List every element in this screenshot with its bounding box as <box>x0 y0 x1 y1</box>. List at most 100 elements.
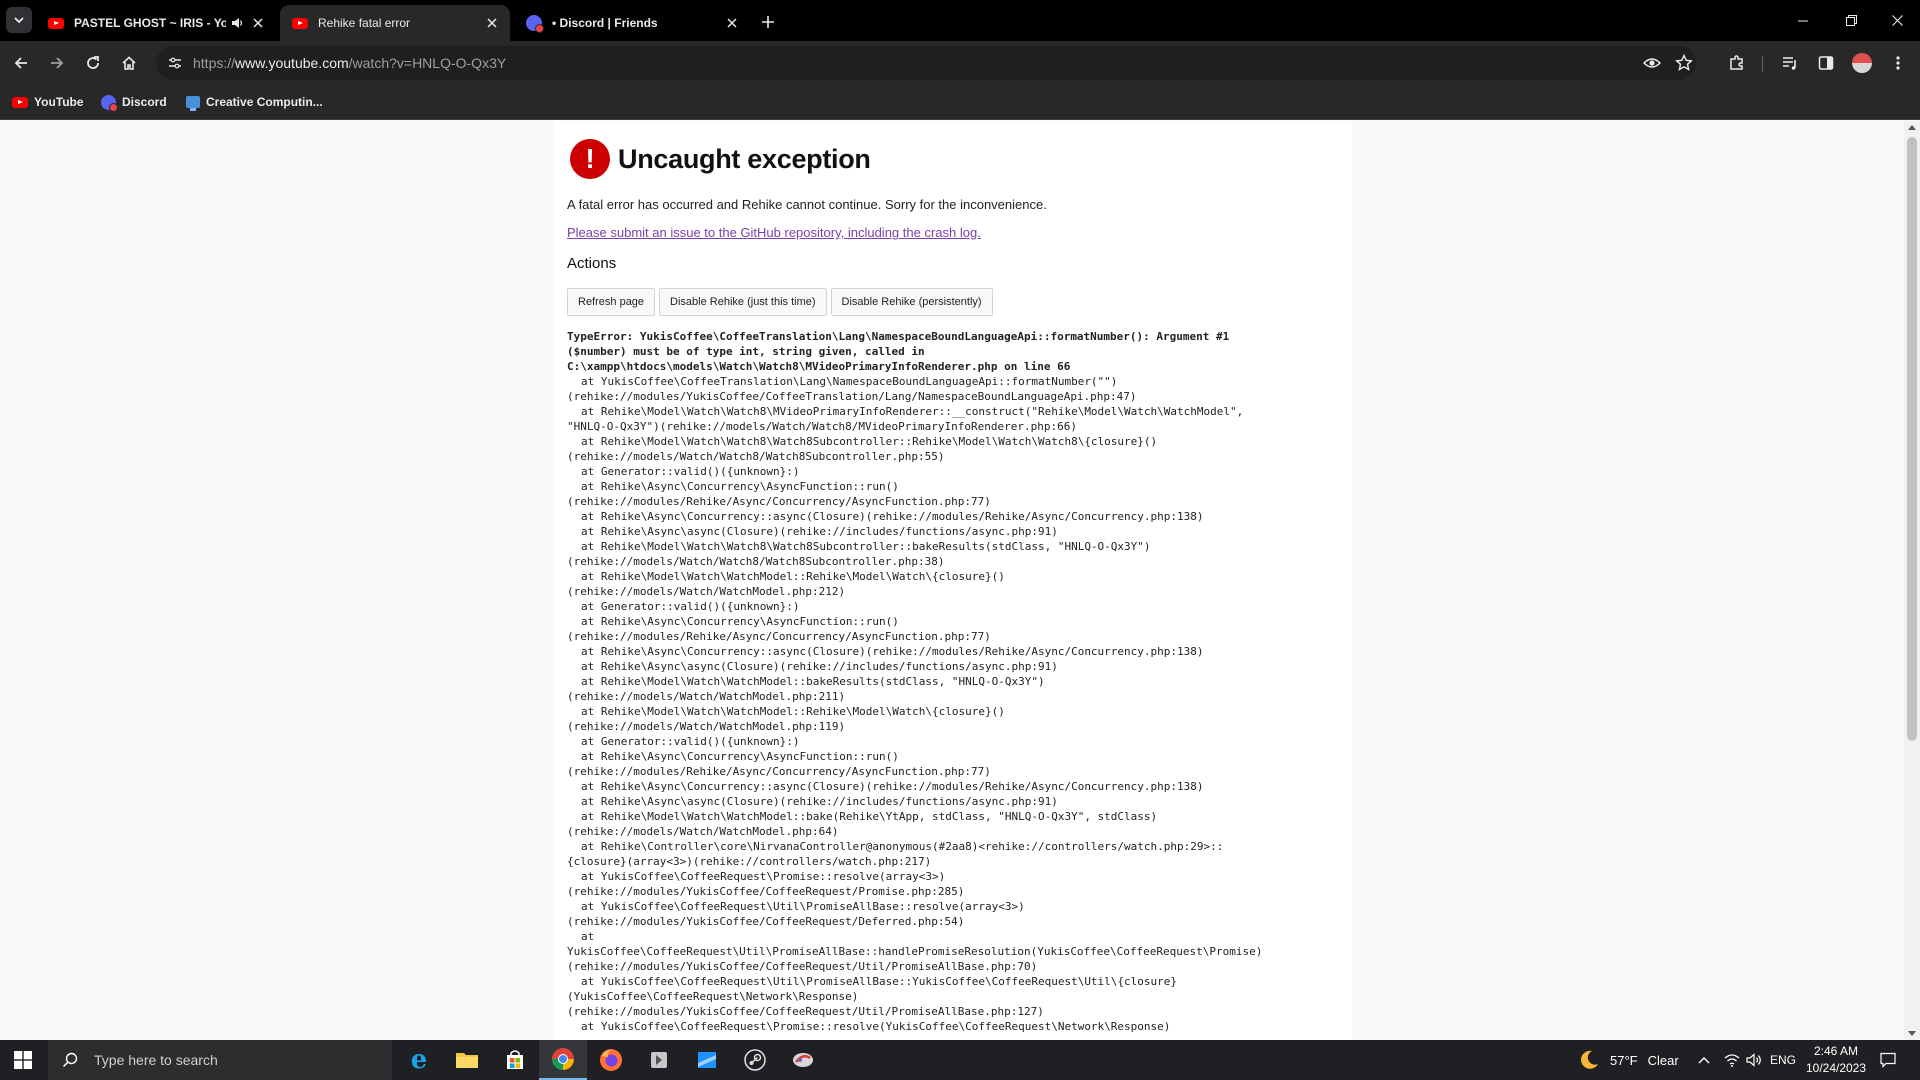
side-panel-button[interactable] <box>1811 48 1841 78</box>
taskbar-app-internet-explorer[interactable]: e <box>395 1040 443 1080</box>
refresh-page-button[interactable]: Refresh page <box>567 288 656 316</box>
side-panel-icon <box>1818 56 1834 70</box>
back-button[interactable] <box>6 48 36 78</box>
stack-trace-line: at Rehike\Model\Watch\WatchModel::bake(R… <box>581 810 1158 823</box>
profile-avatar[interactable] <box>1847 48 1877 78</box>
stack-trace-line: at Rehike\Async\Concurrency::async(Closu… <box>581 645 1204 658</box>
tab-search-button[interactable] <box>6 7 32 33</box>
forward-button[interactable] <box>42 48 72 78</box>
arrow-right-icon <box>51 57 64 69</box>
taskbar-app-file-explorer[interactable] <box>443 1040 491 1080</box>
volume-tray[interactable] <box>1746 1040 1762 1080</box>
site-info-button[interactable] <box>164 52 186 74</box>
taskbar-app-generic[interactable] <box>779 1040 827 1080</box>
stack-trace-line: at Rehike\Model\Watch\Watch8\MVideoPrima… <box>581 405 1244 418</box>
input-language[interactable]: ENG <box>1770 1040 1796 1080</box>
stack-trace-line: (rehike://modules/YukisCoffee/CoffeeRequ… <box>567 915 965 928</box>
clock-date: 10/24/2023 <box>1805 1061 1867 1075</box>
stack-trace-line: (rehike://models/Watch/WatchModel.php:11… <box>567 720 846 733</box>
tab-rehike-error[interactable]: Rehike fatal error <box>280 5 510 41</box>
stack-trace-line: at Rehike\Async\Concurrency\AsyncFunctio… <box>581 480 899 493</box>
stack-trace-line: (rehike://modules/YukisCoffee/CoffeeRequ… <box>567 960 1038 973</box>
stack-trace-line: at Rehike\Async\async(Closure)(rehike://… <box>581 525 1058 538</box>
bookmark-label: Creative Computin... <box>206 95 323 109</box>
weather-widget[interactable]: 57°F Clear <box>1578 1040 1679 1080</box>
media-controls-button[interactable] <box>1775 48 1805 78</box>
stack-trace-line: (rehike://models/Watch/WatchModel.php:21… <box>567 585 846 598</box>
chrome-icon <box>552 1048 574 1070</box>
close-tab-icon[interactable] <box>484 15 500 31</box>
taskbar-app-chrome[interactable] <box>539 1040 587 1080</box>
taskbar-app-generic[interactable] <box>635 1040 683 1080</box>
tab-discord[interactable]: • Discord | Friends <box>514 5 750 41</box>
bookmark-star-icon[interactable] <box>1674 53 1694 73</box>
youtube-icon <box>292 17 308 29</box>
disable-rehike-persistent-button[interactable]: Disable Rehike (persistently) <box>830 288 993 316</box>
stack-trace-line: at Rehike\Model\Watch\Watch8\Watch8Subco… <box>581 435 1158 448</box>
chevron-down-icon <box>14 17 24 24</box>
notifications-button[interactable] <box>1880 1040 1896 1080</box>
close-tab-icon[interactable] <box>724 15 740 31</box>
menu-button[interactable] <box>1883 48 1913 78</box>
speaker-icon[interactable] <box>230 16 244 30</box>
new-tab-button[interactable] <box>756 10 780 34</box>
discord-icon <box>526 15 544 33</box>
stack-trace-line: (rehike://modules/Rehike/Async/Concurren… <box>567 765 991 778</box>
stack-trace-line: at Generator::valid()({unknown}:) <box>581 600 800 613</box>
scroll-up-arrow-icon[interactable] <box>1908 125 1916 130</box>
tab-youtube-music[interactable]: PASTEL GHOST ~ IRIS - YouTube <box>36 5 276 41</box>
taskbar-app-steam[interactable] <box>731 1040 779 1080</box>
stack-trace-line: at Rehike\Model\Watch\WatchModel::Rehike… <box>581 705 1005 718</box>
toolbar-divider <box>1762 56 1763 72</box>
stack-trace-line: at Generator::valid()({unknown}:) <box>581 465 800 478</box>
close-window-button[interactable] <box>1874 0 1920 41</box>
minimize-button[interactable] <box>1780 0 1826 41</box>
stack-trace-line: "HNLQ-O-Qx3Y")(rehike://models/Watch/Wat… <box>567 420 1077 433</box>
stack-trace-line: (rehike://models/Watch/WatchModel.php:21… <box>567 690 846 703</box>
start-button[interactable] <box>0 1040 46 1080</box>
url-text[interactable]: https://www.youtube.com/watch?v=HNLQ-O-Q… <box>193 55 506 71</box>
search-icon <box>62 1052 78 1068</box>
reload-button[interactable] <box>78 48 108 78</box>
close-icon <box>1891 15 1903 26</box>
stack-trace-line: at Rehike\Async\Concurrency::async(Closu… <box>581 510 1204 523</box>
github-issue-link[interactable]: Please submit an issue to the GitHub rep… <box>567 225 981 240</box>
tab-title: PASTEL GHOST ~ IRIS - YouTube <box>74 16 226 30</box>
taskbar-app-generic[interactable] <box>683 1040 731 1080</box>
close-tab-icon[interactable] <box>250 15 266 31</box>
network-tray[interactable] <box>1724 1040 1740 1080</box>
stack-trace-line: at Rehike\Async\Concurrency\AsyncFunctio… <box>581 615 899 628</box>
disable-rehike-once-button[interactable]: Disable Rehike (just this time) <box>659 288 827 316</box>
clock-time: 2:46 AM <box>1813 1044 1859 1058</box>
stack-trace-line: at Rehike\Model\Watch\WatchModel::Rehike… <box>581 570 1005 583</box>
store-icon <box>507 1050 523 1069</box>
taskbar-search-box[interactable]: Type here to search <box>48 1040 392 1080</box>
restore-button[interactable] <box>1828 0 1874 41</box>
stack-trace-line: at YukisCoffee\CoffeeRequest\Promise::re… <box>581 870 946 883</box>
bookmark-youtube[interactable]: YouTube <box>12 92 84 112</box>
stack-trace-line: at YukisCoffee\CoffeeRequest\Util\Promis… <box>581 900 1025 913</box>
scrollbar-thumb[interactable] <box>1907 137 1917 741</box>
taskbar-app-store[interactable] <box>491 1040 539 1080</box>
page-title: Uncaught exception <box>618 143 871 174</box>
page-scrollbar[interactable] <box>1904 121 1920 1040</box>
taskbar-clock[interactable]: 2:46 AM 10/24/2023 <box>1800 1043 1872 1077</box>
scroll-down-arrow-icon[interactable] <box>1908 1031 1916 1036</box>
home-button[interactable] <box>114 48 144 78</box>
firefox-icon <box>600 1049 622 1071</box>
taskbar-app-firefox[interactable] <box>587 1040 635 1080</box>
discord-icon <box>101 94 118 112</box>
kebab-menu-icon <box>1896 56 1900 70</box>
bookmark-discord[interactable]: Discord <box>101 92 167 112</box>
address-bar[interactable]: https://www.youtube.com/watch?v=HNLQ-O-Q… <box>156 46 1696 80</box>
stack-trace-line: (rehike://modules/YukisCoffee/CoffeeTran… <box>567 390 1137 403</box>
error-card: ! Uncaught exception A fatal error has o… <box>553 121 1352 1040</box>
plus-icon <box>762 16 774 28</box>
bookmark-creative-computing[interactable]: Creative Computin... <box>186 92 323 112</box>
steam-icon <box>744 1049 766 1071</box>
stack-trace-line: (rehike://models/Watch/Watch8/Watch8Subc… <box>567 450 945 463</box>
url-host: www.youtube.com <box>235 55 349 71</box>
eye-icon[interactable] <box>1642 53 1662 73</box>
extensions-button[interactable] <box>1722 48 1752 78</box>
show-hidden-icons-button[interactable] <box>1698 1040 1710 1080</box>
